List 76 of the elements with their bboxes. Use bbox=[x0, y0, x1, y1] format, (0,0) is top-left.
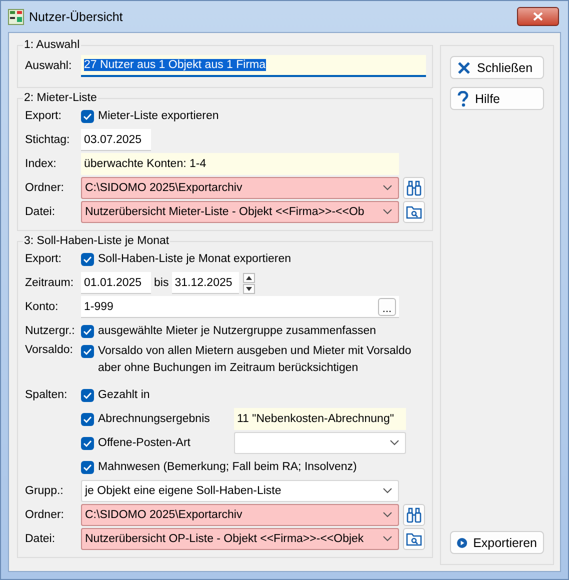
checkbox[interactable] bbox=[81, 436, 94, 450]
field-label: Stichtag: bbox=[25, 134, 71, 146]
chevron-icon bbox=[383, 488, 392, 494]
date-field[interactable]: 03.07.2025 bbox=[81, 129, 151, 151]
checkbox[interactable] bbox=[81, 324, 94, 338]
field-label: Export: bbox=[25, 110, 62, 122]
folder-search-button[interactable] bbox=[403, 528, 425, 550]
field-label: Nutzergr.: bbox=[25, 325, 76, 337]
checkbox[interactable] bbox=[81, 345, 94, 358]
checkbox[interactable] bbox=[81, 412, 94, 426]
text-field[interactable]: 11 "Nebenkosten-Abrechnung" bbox=[234, 408, 406, 430]
field-label: Ordner: bbox=[25, 182, 65, 194]
field-label: Export: bbox=[25, 253, 62, 265]
app-icon bbox=[8, 8, 24, 24]
help-button[interactable]: Hilfe bbox=[450, 87, 544, 110]
chevron-icon bbox=[390, 440, 399, 446]
close-button[interactable]: Schließen bbox=[450, 56, 544, 79]
chevron-icon bbox=[383, 512, 392, 518]
folder-search-icon bbox=[406, 205, 422, 219]
export-button[interactable]: Exportieren bbox=[450, 531, 544, 554]
close-icon bbox=[533, 12, 543, 21]
dropdown-field[interactable]: Nutzerübersicht Mieter-Liste - Objekt <<Firma>>-<<Ob bbox=[81, 201, 399, 223]
field-label: Datei: bbox=[25, 533, 56, 545]
group-title: 3: Soll-Haben-Liste je Monat bbox=[23, 235, 170, 247]
window-title: Nutzer-Übersicht bbox=[29, 10, 123, 24]
chevron-icon bbox=[383, 536, 392, 542]
checkbox-label[interactable]: Abrechnungsergebnis bbox=[98, 410, 234, 428]
binoculars-button[interactable] bbox=[403, 177, 425, 199]
dropdown-field[interactable]: Nutzerübersicht OP-Liste - Objekt <<Firma>>-<<Objek bbox=[81, 528, 399, 550]
spin-up-button[interactable] bbox=[242, 272, 255, 282]
text-field[interactable]: 1-999 ... bbox=[81, 296, 399, 318]
date-field[interactable]: 31.12.2025 bbox=[172, 272, 239, 294]
checkbox-label[interactable]: Gezahlt in bbox=[98, 386, 150, 404]
ellipsis-button[interactable]: ... bbox=[378, 298, 396, 316]
spin-down-button[interactable] bbox=[242, 284, 255, 294]
checkbox-label[interactable]: Mieter-Liste exportieren bbox=[98, 108, 219, 124]
field-label: Grupp.: bbox=[25, 485, 64, 497]
checkbox-label[interactable]: Offene-Posten-Art bbox=[98, 434, 234, 452]
checkbox-label[interactable]: Soll-Haben-Liste je Monat exportieren bbox=[98, 250, 292, 268]
field-label: Ordner: bbox=[25, 509, 65, 521]
chevron-icon bbox=[383, 185, 392, 191]
binoculars-button[interactable] bbox=[403, 504, 425, 526]
dropdown-field[interactable]: je Objekt eine eigene Soll-Haben-Liste bbox=[81, 480, 399, 502]
checkbox[interactable] bbox=[81, 388, 94, 402]
close-button[interactable] bbox=[517, 7, 559, 26]
field-label: Konto: bbox=[25, 301, 60, 313]
folder-search-icon bbox=[406, 532, 422, 546]
field-label: Vorsaldo: bbox=[25, 344, 74, 356]
triangle-up-icon bbox=[246, 276, 252, 280]
help-icon bbox=[457, 90, 469, 106]
range-separator: bis bbox=[154, 277, 169, 289]
field-label: Datei: bbox=[25, 206, 56, 218]
field-label: Spalten: bbox=[25, 389, 68, 401]
chevron-icon bbox=[383, 209, 392, 215]
checkbox[interactable] bbox=[81, 252, 94, 266]
checkbox-label[interactable]: Vorsaldo von allen Mietern ausgeben und Mieter mit Vorsaldo aber ohne Buchungen im Zeitraum berücksichtigen bbox=[98, 343, 426, 377]
triangle-down-icon bbox=[246, 286, 252, 290]
text-field[interactable]: 27 Nutzer aus 1 Objekt aus 1 Firma bbox=[81, 55, 426, 77]
date-field[interactable]: 01.01.2025 bbox=[81, 272, 151, 294]
folder-search-button[interactable] bbox=[403, 201, 425, 223]
group-title: 1: Auswahl bbox=[23, 39, 81, 51]
text-field[interactable]: überwachte Konten: 1-4 bbox=[81, 153, 399, 175]
field-label: Zeitraum: bbox=[25, 277, 75, 289]
close-icon bbox=[457, 60, 471, 74]
group-title: 2: Mieter-Liste bbox=[23, 92, 98, 104]
checkbox[interactable] bbox=[81, 110, 94, 122]
checkbox-label[interactable]: ausgewählte Mieter je Nutzergruppe zusammenfassen bbox=[98, 322, 376, 340]
checkbox[interactable] bbox=[81, 460, 94, 474]
checkbox-label[interactable]: Mahnwesen (Bemerkung; Fall beim RA; Insolvenz) bbox=[98, 458, 357, 476]
field-label: Auswahl: bbox=[25, 60, 73, 72]
binoculars-icon bbox=[406, 180, 422, 196]
field-label: Index: bbox=[25, 158, 58, 170]
dropdown-field[interactable]: C:\SIDOMO 2025\Exportarchiv bbox=[81, 177, 399, 199]
dropdown-field[interactable] bbox=[234, 432, 406, 454]
binoculars-icon bbox=[406, 507, 422, 523]
dropdown-field[interactable]: C:\SIDOMO 2025\Exportarchiv bbox=[81, 504, 399, 526]
